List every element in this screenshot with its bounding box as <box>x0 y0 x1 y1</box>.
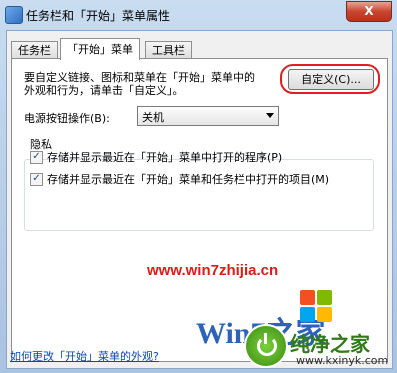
highlight-circle <box>280 64 380 94</box>
close-button[interactable]: X <box>346 1 392 22</box>
checkbox-items[interactable]: ✓ <box>30 172 43 186</box>
privacy-option-programs[interactable]: ✓ 存储并显示最近在「开始」菜单中打开的程序(P) <box>30 149 282 165</box>
privacy-group <box>24 159 374 231</box>
description-line-2: 外观和行为，请单击「自定义」。 <box>24 84 184 97</box>
title-bar: 任务栏和「开始」菜单属性 X <box>0 0 397 30</box>
power-ring-icon <box>257 336 277 356</box>
privacy-option-items[interactable]: ✓ 存储并显示最近在「开始」菜单和任务栏中打开的项目(M) <box>30 171 329 187</box>
help-link[interactable]: 如何更改「开始」菜单的外观? <box>10 348 159 364</box>
customize-description: 要自定义链接、图标和菜单在「开始」菜单中的 外观和行为，请单击「自定义」。 <box>24 71 284 97</box>
window-title: 任务栏和「开始」菜单属性 <box>26 9 171 23</box>
watermark-site-name: 纯净之家 <box>290 334 370 356</box>
power-button-label: 电源按钮操作(B): <box>24 112 110 125</box>
power-button-value: 关机 <box>142 111 164 124</box>
dialog-window: 任务栏和「开始」菜单属性 X 任务栏 「开始」菜单 工具栏 要自定义链接、图标和… <box>0 0 397 373</box>
privacy-option-programs-label: 存储并显示最近在「开始」菜单中打开的程序(P) <box>47 151 283 164</box>
watermark-site-url: www.kxinyk.com <box>296 354 389 367</box>
description-line-1: 要自定义链接、图标和菜单在「开始」菜单中的 <box>24 71 255 84</box>
window-icon <box>5 6 23 24</box>
chevron-down-icon <box>266 113 274 118</box>
checkbox-programs[interactable]: ✓ <box>30 150 43 164</box>
power-stem-icon <box>264 333 267 344</box>
power-button-select[interactable]: 关机 <box>137 106 279 126</box>
windows-flag-icon <box>300 290 334 324</box>
privacy-option-items-label: 存储并显示最近在「开始」菜单和任务栏中打开的项目(M) <box>47 173 330 186</box>
power-logo-icon <box>244 324 288 368</box>
watermark-url: www.win7zhijia.cn <box>147 262 279 279</box>
tab-toolbars[interactable]: 工具栏 <box>145 41 192 59</box>
tab-taskbar[interactable]: 任务栏 <box>11 41 58 59</box>
tab-start-menu[interactable]: 「开始」菜单 <box>60 38 140 60</box>
